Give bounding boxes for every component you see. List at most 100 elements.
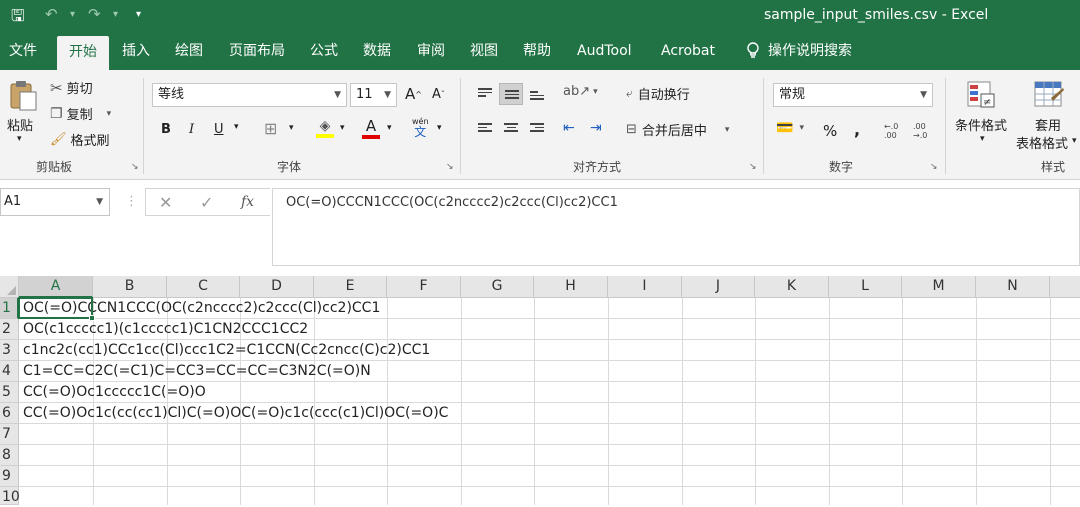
orientation-icon[interactable]: ab↗ ▾ [563, 84, 598, 99]
row-header-10[interactable]: 10 [0, 487, 20, 505]
tab-data[interactable]: 数据 [363, 32, 391, 70]
cut-button[interactable]: ✂ 剪切 [50, 78, 93, 98]
format-as-table-line2[interactable]: 表格格式 [1016, 133, 1068, 152]
name-box[interactable]: A1 ▼ [0, 188, 110, 216]
phonetic-button[interactable]: wén 文 [412, 116, 429, 138]
column-header-c[interactable]: C [167, 276, 240, 298]
tab-audtool[interactable]: AudTool [577, 32, 632, 70]
conditional-format-dropdown-icon[interactable]: ▾ [980, 134, 985, 144]
tab-review[interactable]: 审阅 [417, 32, 445, 70]
conditional-format-button[interactable]: 条件格式 [955, 115, 1007, 134]
font-launcher-icon[interactable]: ↘ [446, 162, 454, 172]
align-center-button[interactable] [499, 118, 523, 140]
formula-input[interactable]: OC(=O)CCCN1CCC(OC(c2ncccc2)c2ccc(Cl)cc2)… [272, 188, 1080, 266]
cell-a2[interactable]: OC(c1ccccc1)(c1ccccc1)C1CN2CCC1CC2 [23, 319, 308, 340]
conditional-format-icon[interactable]: ≠ [966, 80, 996, 110]
align-left-button[interactable] [473, 118, 497, 140]
tab-page-layout[interactable]: 页面布局 [229, 32, 285, 70]
font-color-button[interactable]: A [362, 117, 380, 139]
column-header-j[interactable]: J [682, 276, 755, 298]
worksheet-grid[interactable]: A B C D E F G H I J K L M N 1 2 3 4 5 6 … [0, 266, 1080, 505]
align-bottom-button[interactable] [525, 83, 549, 105]
font-size-select[interactable]: 11 ▼ [350, 83, 397, 107]
align-middle-button[interactable] [499, 83, 523, 105]
column-header-b[interactable]: B [93, 276, 167, 298]
alignment-launcher-icon[interactable]: ↘ [749, 162, 757, 172]
undo-icon[interactable]: ↶ [45, 5, 58, 23]
formula-bar-grip-icon[interactable]: ⋮ [125, 194, 138, 209]
redo-dropdown-icon[interactable]: ▾ [113, 9, 118, 20]
decrease-decimal-button[interactable]: .00 →.0 [913, 122, 927, 140]
column-header-i[interactable]: I [608, 276, 682, 298]
bold-button[interactable]: B [161, 122, 171, 137]
row-header-4[interactable]: 4 [0, 361, 19, 382]
column-header-d[interactable]: D [240, 276, 314, 298]
number-launcher-icon[interactable]: ↘ [930, 162, 938, 172]
cancel-icon[interactable]: ✕ [159, 193, 172, 212]
percent-button[interactable]: % [823, 122, 837, 140]
tab-formulas[interactable]: 公式 [310, 32, 338, 70]
accounting-icon[interactable]: 💳 ▾ [776, 120, 804, 136]
row-header-5[interactable]: 5 [0, 382, 19, 403]
format-painter-button[interactable]: 🖌 格式刷 [50, 130, 110, 149]
clipboard-launcher-icon[interactable]: ↘ [131, 162, 139, 172]
save-icon[interactable]: 🖫 [11, 5, 25, 32]
enter-icon[interactable]: ✓ [200, 193, 213, 212]
copy-button[interactable]: ❐ 复制 ▾ [50, 104, 111, 124]
format-as-table-icon[interactable] [1033, 80, 1065, 110]
shrink-font-button[interactable]: Aˇ [432, 87, 445, 102]
number-format-select[interactable]: 常规 ▼ [773, 83, 933, 107]
row-header-1[interactable]: 1 [0, 298, 19, 319]
redo-icon[interactable]: ↷ [88, 5, 101, 23]
decrease-indent-icon[interactable]: ⇤ [563, 120, 575, 136]
comma-button[interactable]: , [854, 120, 860, 139]
column-header-h[interactable]: H [534, 276, 608, 298]
borders-dropdown-icon[interactable]: ▾ [289, 123, 294, 133]
row-header-6[interactable]: 6 [0, 403, 19, 424]
tab-help[interactable]: 帮助 [523, 32, 551, 70]
fill-handle[interactable] [89, 315, 95, 321]
format-as-table-line1[interactable]: 套用 [1035, 115, 1061, 134]
select-all-button[interactable] [0, 276, 19, 298]
fill-color-button[interactable]: ◈ [316, 118, 334, 138]
underline-dropdown-icon[interactable]: ▾ [234, 122, 239, 132]
tab-insert[interactable]: 插入 [122, 32, 150, 70]
cell-a3[interactable]: c1nc2c(cc1)CCc1cc(Cl)ccc1C2=C1CCN(Cc2cnc… [23, 340, 430, 361]
column-header-k[interactable]: K [755, 276, 829, 298]
paste-dropdown-icon[interactable]: ▾ [17, 134, 22, 144]
format-as-table-dropdown-icon[interactable]: ▾ [1072, 136, 1077, 146]
cell-a6[interactable]: CC(=O)Oc1c(cc(cc1)Cl)C(=O)OC(=O)c1c(ccc(… [23, 403, 448, 424]
undo-dropdown-icon[interactable]: ▾ [70, 9, 75, 20]
row-header-8[interactable]: 8 [0, 445, 19, 466]
phonetic-dropdown-icon[interactable]: ▾ [437, 123, 442, 133]
increase-decimal-button[interactable]: ←.0 .00 [884, 122, 898, 140]
cell-a4[interactable]: C1=CC=C2C(=C1)C=CC3=CC=CC=C3N2C(=O)N [23, 361, 371, 382]
column-header-l[interactable]: L [829, 276, 902, 298]
column-header-e[interactable]: E [314, 276, 387, 298]
tell-me-search[interactable]: 操作说明搜索 [746, 32, 852, 70]
column-header-g[interactable]: G [461, 276, 534, 298]
row-header-3[interactable]: 3 [0, 340, 19, 361]
tab-acrobat[interactable]: Acrobat [661, 32, 715, 70]
fill-dropdown-icon[interactable]: ▾ [340, 123, 345, 133]
column-header-o[interactable] [1050, 276, 1080, 298]
column-header-m[interactable]: M [902, 276, 976, 298]
paste-icon[interactable] [8, 80, 38, 112]
font-name-select[interactable]: 等线 ▼ [152, 83, 347, 107]
column-header-a[interactable]: A [19, 276, 93, 298]
italic-button[interactable]: I [189, 122, 194, 137]
grow-font-button[interactable]: A ^ [405, 85, 422, 103]
align-top-button[interactable] [473, 83, 497, 105]
wrap-text-button[interactable]: ⤶ 自动换行 [626, 84, 690, 103]
insert-function-icon[interactable]: fx [241, 194, 254, 210]
align-right-button[interactable] [525, 118, 549, 140]
row-header-2[interactable]: 2 [0, 319, 19, 340]
column-header-f[interactable]: F [387, 276, 461, 298]
customize-quick-access-icon[interactable]: ▾ [136, 9, 141, 20]
tab-draw[interactable]: 绘图 [175, 32, 203, 70]
tab-home[interactable]: 开始 [57, 36, 109, 70]
merge-center-button[interactable]: ⊟ 合并后居中 ▾ [626, 120, 729, 139]
tab-view[interactable]: 视图 [470, 32, 498, 70]
row-header-7[interactable]: 7 [0, 424, 19, 445]
increase-indent-icon[interactable]: ⇥ [590, 120, 602, 136]
